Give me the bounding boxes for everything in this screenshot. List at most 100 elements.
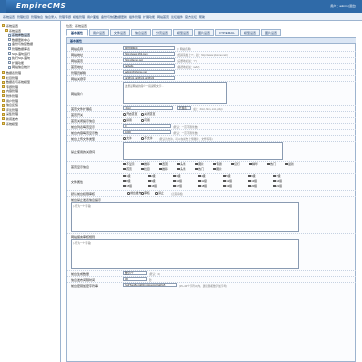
- tab[interactable]: 文件设置: [110, 29, 130, 36]
- sidebar-item[interactable]: 系统模型: [2, 122, 18, 126]
- level-checkbox[interactable]: 17级: [173, 184, 182, 188]
- sidebar-item[interactable]: 管理数据库表: [8, 47, 30, 51]
- interval-input[interactable]: 30: [123, 277, 147, 281]
- feature-checkbox[interactable]: 图片: [195, 162, 204, 166]
- tab[interactable]: 图片设置: [261, 29, 281, 36]
- level-checkbox[interactable]: 19级: [223, 184, 232, 188]
- nav-item[interactable]: 信息录入: [45, 15, 57, 19]
- feature-checkbox[interactable]: 热门: [267, 162, 276, 166]
- level-checkbox[interactable]: 20级: [248, 184, 257, 188]
- tab[interactable]: 用户设置: [89, 29, 109, 36]
- feature-checkbox[interactable]: 专题: [213, 162, 222, 166]
- feature-checkbox[interactable]: 幻灯: [231, 162, 240, 166]
- level-checkbox[interactable]: 3级: [173, 174, 181, 178]
- level-checkbox[interactable]: 16级: [148, 184, 157, 188]
- sidebar-item[interactable]: 附件管理: [2, 94, 18, 98]
- feature-checkbox[interactable]: 置顶: [159, 162, 168, 166]
- text-input[interactable]: admin@phome.net: [123, 70, 175, 74]
- sidebar-item[interactable]: 执行SQL语句: [8, 56, 30, 60]
- nav-item[interactable]: 管理专题: [59, 15, 71, 19]
- feature-checkbox[interactable]: 推荐: [141, 162, 150, 166]
- feature-checkbox[interactable]: 热门: [195, 167, 204, 171]
- level-checkbox[interactable]: 13级: [248, 179, 257, 183]
- nav-item[interactable]: 插件管理: [129, 15, 141, 19]
- sidebar-item[interactable]: 系统参数设置: [8, 33, 31, 38]
- feature-checkbox[interactable]: 精华: [249, 162, 258, 166]
- level-checkbox[interactable]: 12级: [223, 179, 232, 183]
- level-checkbox[interactable]: 6级: [248, 174, 256, 178]
- close-option[interactable]: 禁用: [123, 118, 132, 122]
- sidebar-item[interactable]: 系统设置: [2, 24, 18, 28]
- open-option[interactable]: 开启首页: [123, 112, 137, 116]
- tab[interactable]: 信息设置: [131, 29, 151, 36]
- sidebar-item[interactable]: 内容管理: [2, 89, 18, 93]
- banned-keywords-textarea[interactable]: [123, 142, 283, 160]
- sidebar-item[interactable]: 采集管理: [2, 112, 18, 116]
- text-input[interactable]: 关键词1,关键词2,关键词3: [123, 76, 175, 80]
- extension-select[interactable]: 扩展名: [177, 106, 191, 110]
- level-checkbox[interactable]: 18级: [198, 184, 207, 188]
- nav-item[interactable]: 扩展功能: [143, 15, 155, 19]
- tab[interactable]: 模型设置: [240, 29, 260, 36]
- upload-option[interactable]: 允许: [123, 136, 132, 140]
- feature-checkbox[interactable]: 图片: [213, 167, 222, 171]
- tab[interactable]: 模型设置: [173, 29, 193, 36]
- sidebar-item[interactable]: 系统设置: [5, 29, 21, 33]
- content-count-input[interactable]: 1000: [123, 130, 171, 134]
- level-checkbox[interactable]: 15级: [123, 184, 132, 188]
- level-checkbox[interactable]: 1级: [123, 174, 131, 178]
- feature-checkbox[interactable]: 最新: [285, 162, 294, 166]
- sidebar-item[interactable]: 网站信息统计: [8, 65, 30, 69]
- upload-option[interactable]: 不允许: [141, 136, 153, 140]
- level-checkbox[interactable]: 4级: [198, 174, 206, 178]
- notice-textarea[interactable]: (-行为一个字段): [71, 202, 299, 232]
- extension-input[interactable]: .html: [123, 106, 173, 110]
- comment-rule-textarea[interactable]: (-行为一个字段): [71, 239, 299, 269]
- sidebar-item[interactable]: 数据表管理: [2, 71, 21, 75]
- feature-checkbox[interactable]: 头条: [177, 167, 186, 171]
- text-input[interactable]: 我的网站名: [123, 46, 175, 50]
- nav-item[interactable]: 网站首页: [157, 15, 169, 19]
- tab[interactable]: 基本属性: [66, 29, 88, 36]
- nav-item[interactable]: 模板管理: [73, 15, 85, 19]
- publish-option[interactable]: 禁止: [155, 191, 164, 195]
- text-input[interactable]: http://demo.net/: [123, 58, 175, 62]
- sidebar-item[interactable]: 备份与恢复数据: [8, 42, 33, 46]
- close-option[interactable]: 可用: [141, 118, 150, 122]
- nav-item[interactable]: 官方论坛: [185, 15, 197, 19]
- feature-checkbox[interactable]: 首页: [123, 167, 132, 171]
- nav-item[interactable]: 数据更新: [115, 15, 127, 19]
- nav-item[interactable]: 管理栏目: [17, 15, 29, 19]
- open-option[interactable]: 关闭首页: [141, 112, 155, 116]
- level-checkbox[interactable]: 2级: [148, 174, 156, 178]
- level-checkbox[interactable]: 10级: [173, 179, 182, 183]
- level-checkbox[interactable]: 8级: [123, 179, 131, 183]
- sidebar-item[interactable]: 数据表与系统模型: [2, 80, 30, 84]
- sidebar-item[interactable]: 信息反馈: [2, 103, 18, 107]
- text-input[interactable]: http://www.163.com: [123, 52, 175, 56]
- list-count-input[interactable]: 0: [123, 124, 171, 128]
- level-checkbox[interactable]: 11级: [198, 179, 207, 183]
- text-input[interactable]: /a/hello: [123, 64, 175, 68]
- sidebar-item[interactable]: 用户管理: [2, 99, 18, 103]
- sidebar-item[interactable]: SQL语句运行: [8, 52, 30, 56]
- nav-item[interactable]: 用户面板: [87, 15, 99, 19]
- level-checkbox[interactable]: 5级: [223, 174, 231, 178]
- tab[interactable]: 分页设置: [152, 29, 172, 36]
- user-info[interactable]: 用户：admin [退出]: [330, 4, 356, 8]
- level-checkbox[interactable]: 21级: [273, 184, 282, 188]
- feature-checkbox[interactable]: 头条: [177, 162, 186, 166]
- sidebar-item[interactable]: 栏目管理: [2, 76, 18, 80]
- publish-option[interactable]: 前台发布: [127, 191, 141, 195]
- tab[interactable]: FTP/EMAIL: [215, 29, 239, 36]
- feature-checkbox[interactable]: 不显示: [123, 162, 135, 166]
- generate-count-select[interactable]: 数字/个: [123, 271, 147, 275]
- description-textarea[interactable]: 这里是网站的简介一段说明文字...: [123, 82, 227, 104]
- feature-checkbox[interactable]: 栏目: [141, 167, 150, 171]
- nav-item[interactable]: 管理信息: [31, 15, 43, 19]
- level-checkbox[interactable]: 14级: [273, 179, 282, 183]
- sidebar-item[interactable]: 新闻发布: [2, 117, 18, 121]
- nav-item[interactable]: 备份与恢复: [101, 15, 116, 19]
- publish-option[interactable]: 审核: [141, 191, 150, 195]
- tab[interactable]: 图片设置: [194, 29, 214, 36]
